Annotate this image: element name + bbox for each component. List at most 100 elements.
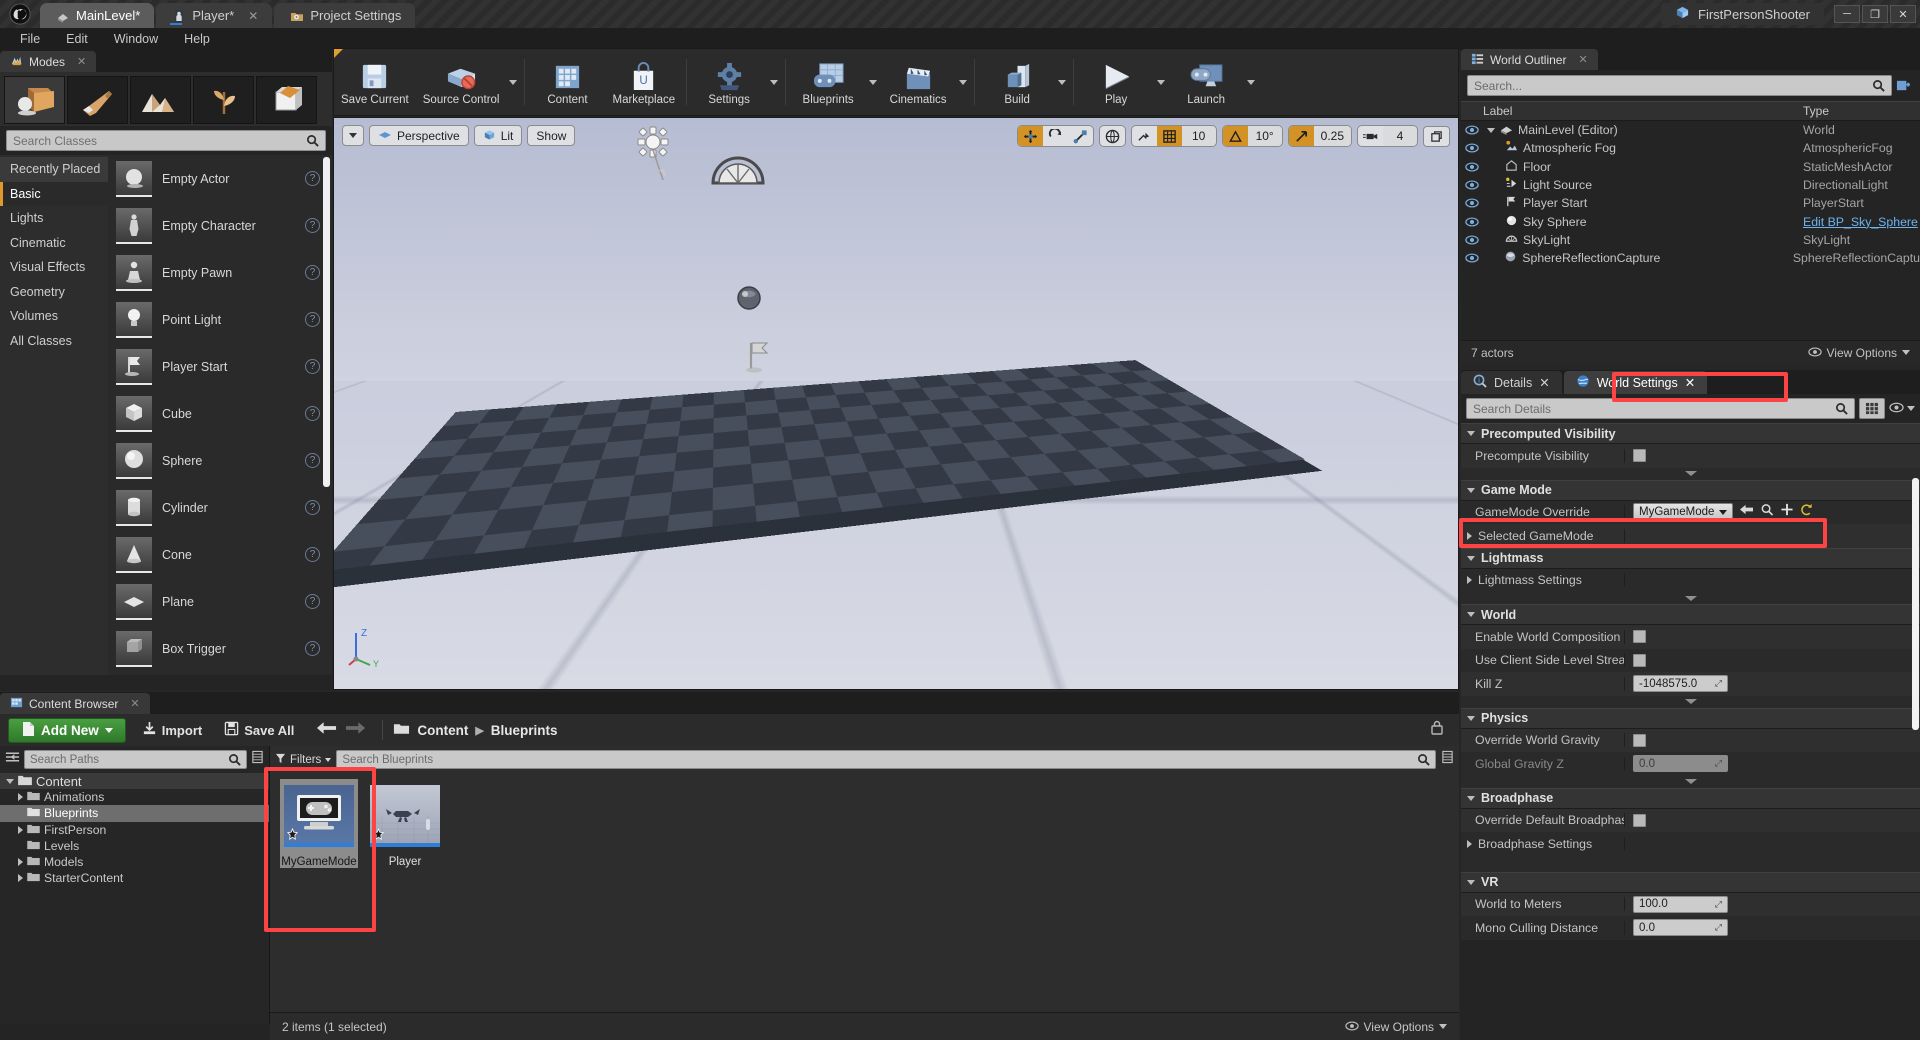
list-item[interactable]: Point Light ? — [108, 296, 332, 343]
gamemode-override-combobox[interactable]: MyGameMode — [1633, 503, 1733, 522]
asset-search-input[interactable] — [342, 753, 1417, 766]
rotation-snap-value[interactable]: 10° — [1247, 126, 1282, 146]
close-icon[interactable]: ✕ — [248, 9, 258, 23]
column-header-label[interactable]: Label — [1483, 104, 1803, 118]
expander-icon[interactable] — [18, 858, 23, 867]
checkbox[interactable] — [1633, 813, 1646, 827]
tab-world-settings[interactable]: World Settings ✕ — [1563, 371, 1708, 394]
property-row-override-default-broadphase[interactable]: Override Default Broadphas — [1461, 808, 1920, 832]
details-search-box[interactable] — [1466, 398, 1855, 419]
cinematics-button[interactable]: Cinematics — [880, 51, 956, 113]
eye-icon[interactable] — [1461, 143, 1483, 153]
asset-search-box[interactable] — [336, 750, 1436, 769]
table-row[interactable]: Floor StaticMeshActor — [1461, 158, 1920, 176]
placeable-list-scrollbar[interactable] — [323, 157, 330, 487]
property-row-gamemode-override[interactable]: GameMode Override MyGameMode — [1461, 500, 1920, 524]
tab-content-browser[interactable]: Content Browser ✕ — [0, 693, 150, 714]
help-icon[interactable]: ? — [305, 641, 320, 656]
eye-icon[interactable] — [1461, 162, 1483, 172]
window-tab-player[interactable]: Player* ✕ — [156, 3, 273, 28]
tab-world-outliner[interactable]: World Outliner ✕ — [1461, 49, 1598, 70]
details-scrollbar[interactable] — [1912, 478, 1919, 730]
category-recently-placed[interactable]: Recently Placed — [0, 157, 108, 182]
minimize-icon[interactable]: ─ — [1834, 5, 1860, 23]
search-classes-input[interactable] — [13, 133, 306, 148]
section-lightmass[interactable]: Lightmass — [1461, 547, 1920, 569]
checkbox[interactable] — [1633, 733, 1646, 747]
mono-culling-distance-input[interactable]: 0.0 ⤢ — [1633, 919, 1728, 937]
grid-snap-value[interactable]: 10 — [1181, 126, 1216, 146]
section-game-mode[interactable]: Game Mode — [1461, 479, 1920, 501]
help-icon[interactable]: ? — [305, 312, 320, 327]
view-options-button[interactable]: View Options — [1807, 346, 1910, 360]
table-row[interactable]: MainLevel (Editor) World — [1461, 121, 1920, 139]
content-view-options-button[interactable]: View Options — [1344, 1020, 1447, 1034]
list-item[interactable]: Sphere ? — [108, 437, 332, 484]
help-icon[interactable]: ? — [305, 500, 320, 515]
collapse-sources-icon[interactable] — [5, 750, 20, 769]
close-icon[interactable]: ✕ — [1890, 5, 1916, 23]
camera-speed-icon[interactable] — [1358, 126, 1383, 146]
create-new-asset-icon[interactable] — [1780, 503, 1794, 521]
checkbox[interactable] — [1633, 449, 1646, 463]
close-icon[interactable]: ✕ — [1578, 53, 1587, 66]
translate-gizmo-icon[interactable] — [1017, 126, 1043, 146]
close-icon[interactable]: ✕ — [1685, 375, 1695, 390]
tab-modes[interactable]: Modes ✕ — [0, 51, 97, 72]
cinematics-dropdown-icon[interactable] — [956, 51, 970, 113]
search-classes-box[interactable] — [6, 130, 326, 151]
maximize-viewport-button[interactable] — [1423, 125, 1450, 147]
spinner-icon[interactable]: ⤢ — [1715, 922, 1722, 933]
list-item[interactable]: Empty Actor ? — [108, 155, 332, 202]
tree-item-content[interactable]: Content — [0, 773, 269, 790]
sources-view-options-icon[interactable] — [251, 750, 264, 769]
landscape-mode-icon[interactable] — [130, 76, 191, 124]
table-row[interactable]: Sky Sphere Edit BP_Sky_Sphere — [1461, 212, 1920, 230]
save-all-button[interactable]: Save All — [218, 721, 300, 739]
menu-help[interactable]: Help — [172, 29, 222, 49]
eye-icon[interactable] — [1461, 198, 1483, 208]
column-header-type[interactable]: Type — [1803, 104, 1829, 118]
rotate-gizmo-icon[interactable] — [1043, 126, 1068, 146]
world-space-icon[interactable] — [1100, 126, 1125, 146]
lit-mode-button[interactable]: Lit — [473, 125, 523, 146]
expander-icon[interactable] — [1467, 531, 1472, 540]
filters-button[interactable]: Filters — [275, 753, 332, 767]
eye-icon[interactable] — [1461, 217, 1483, 227]
property-row-world-to-meters[interactable]: World to Meters 100.0 ⤢ — [1461, 892, 1920, 916]
tab-details[interactable]: i Details ✕ — [1461, 371, 1562, 394]
scale-snap-value[interactable]: 0.25 — [1313, 126, 1351, 146]
property-row-kill-z[interactable]: Kill Z -1048575.0 ⤢ — [1461, 672, 1920, 696]
eye-icon[interactable] — [1461, 253, 1482, 263]
save-current-button[interactable]: Save Current — [334, 51, 416, 113]
marketplace-button[interactable]: U Marketplace — [605, 51, 682, 113]
import-button[interactable]: Import — [136, 721, 208, 739]
play-dropdown-icon[interactable] — [1154, 51, 1168, 113]
reset-to-default-icon[interactable] — [1800, 503, 1814, 521]
help-icon[interactable]: ? — [305, 218, 320, 233]
category-cinematic[interactable]: Cinematic — [0, 231, 108, 256]
category-all-classes[interactable]: All Classes — [0, 329, 108, 354]
help-icon[interactable]: ? — [305, 359, 320, 374]
show-menu-button[interactable]: Show — [527, 125, 576, 146]
help-icon[interactable]: ? — [305, 547, 320, 562]
launch-dropdown-icon[interactable] — [1244, 51, 1258, 113]
section-physics[interactable]: Physics — [1461, 707, 1920, 729]
property-row-mono-culling-distance[interactable]: Mono Culling Distance 0.0 ⤢ — [1461, 916, 1920, 940]
eye-icon[interactable] — [1461, 125, 1483, 135]
camera-speed-value[interactable]: 4 — [1383, 126, 1417, 146]
settings-button[interactable]: Settings — [691, 51, 767, 113]
spinner-icon[interactable]: ⤢ — [1715, 678, 1722, 689]
spinner-icon[interactable]: ⤢ — [1715, 899, 1722, 910]
directional-light-gizmo[interactable] — [629, 126, 685, 189]
window-tab-project-settings[interactable]: Project Settings — [274, 3, 416, 28]
surface-snap-icon[interactable] — [1132, 126, 1157, 146]
close-icon[interactable]: ✕ — [130, 697, 139, 710]
category-basic[interactable]: Basic — [0, 181, 108, 206]
breadcrumb-content[interactable]: Content — [417, 723, 468, 738]
property-row-selected-gamemode[interactable]: Selected GameMode — [1461, 524, 1920, 548]
expander-icon[interactable] — [6, 778, 14, 784]
breadcrumb-blueprints[interactable]: Blueprints — [491, 723, 558, 738]
list-item[interactable]: Player Start ? — [108, 343, 332, 390]
window-tab-mainlevel[interactable]: MainLevel* — [40, 3, 155, 28]
